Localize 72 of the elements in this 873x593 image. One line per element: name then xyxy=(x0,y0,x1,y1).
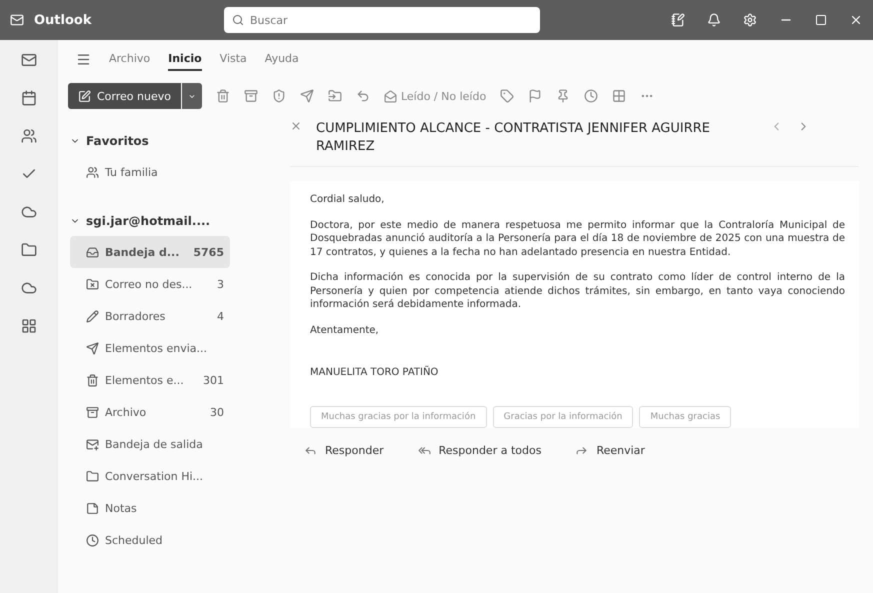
menu-tab[interactable]: Inicio xyxy=(168,48,202,70)
new-mail-button[interactable]: Correo nuevo xyxy=(68,83,181,109)
message-action-button[interactable]: Reenviar xyxy=(575,444,645,458)
clock-icon xyxy=(86,534,99,546)
folder-item[interactable]: Tu familia xyxy=(70,156,230,188)
people-icon xyxy=(86,166,99,178)
mail-icon xyxy=(21,52,37,68)
apps-icon xyxy=(21,318,37,334)
close-icon xyxy=(849,13,863,27)
tag-icon xyxy=(500,89,514,103)
email-paragraph: Cordial saludo, xyxy=(310,193,386,207)
move-folder-icon xyxy=(328,89,342,103)
folder-icon xyxy=(86,470,99,482)
folder-group-header[interactable]: sgi.jar@hotmail.... xyxy=(70,206,290,236)
folder-item[interactable]: Correo no des... 3 xyxy=(70,268,230,300)
cloud-icon xyxy=(21,280,37,296)
people-icon xyxy=(21,128,37,144)
archive-icon xyxy=(86,406,99,418)
folder-item[interactable]: Archivo 30 xyxy=(70,396,230,428)
bell-icon xyxy=(707,13,721,27)
maximize-icon xyxy=(815,14,827,26)
compose-icon xyxy=(78,90,91,102)
email-subject: CUMPLIMIENTO ALCANCE - CONTRATISTA JENNIFER AGUIRRE RAMIREZ xyxy=(316,120,711,156)
app-logo-icon xyxy=(10,13,24,27)
menu-tab[interactable]: Ayuda xyxy=(264,48,299,70)
folder-item[interactable]: Elementos envia... xyxy=(70,332,230,364)
folder-item[interactable]: Scheduled xyxy=(70,524,230,556)
email-signature: MANUELITA TORO PATIÑO xyxy=(310,367,440,378)
search-field[interactable]: Buscar xyxy=(224,7,540,33)
open-mail-icon xyxy=(384,90,397,102)
window-title: Outlook xyxy=(34,12,92,28)
email-paragraph: Atentamente, xyxy=(310,324,380,338)
notebook-icon xyxy=(671,13,685,27)
folder-item[interactable]: Borradores 4 xyxy=(70,300,230,332)
trash-icon xyxy=(216,89,230,103)
folder-icon xyxy=(86,278,99,290)
dropdown-button[interactable] xyxy=(182,83,202,109)
calendar-icon xyxy=(21,90,37,106)
trash-icon xyxy=(86,374,99,386)
inbox-icon xyxy=(86,246,99,258)
send-icon xyxy=(86,342,99,354)
flag-icon xyxy=(528,89,542,103)
search-icon xyxy=(232,14,244,26)
folder-item[interactable]: Bandeja d... 5765 xyxy=(70,236,230,268)
email-paragraph: Doctora, por este medio de manera respetuosa me permito informar que la Contraloría Municipal de Dosquebradas anunció auditoría a la Personería para el día 18 de noviembre de 2025 con una muestra de 17 contratos, y quienes a la fecha no han adelantado presencia en nuestra Entidad. xyxy=(310,218,845,260)
menu-tab[interactable]: Archivo xyxy=(109,48,150,70)
archive-icon xyxy=(244,89,258,103)
cloud-icon xyxy=(21,204,37,220)
close-icon xyxy=(290,120,302,132)
menu-icon xyxy=(76,52,91,66)
message-action-button[interactable]: Responder xyxy=(304,444,384,458)
folder-item[interactable]: Elementos e... 301 xyxy=(70,364,230,396)
folder-item[interactable]: Notas xyxy=(70,492,230,524)
reply-icon xyxy=(304,444,317,458)
folder-item[interactable]: Bandeja de salida xyxy=(70,428,230,460)
shield-icon xyxy=(272,89,286,103)
email-paragraph: Dicha información es conocida por la supervisión de su contrato como líder de control interno de la Personería y quien por competencia atiende dichos trámites, sin embargo, en tanto vaya conociendo información será debidamente informada. xyxy=(310,271,845,312)
grid-icon xyxy=(612,89,626,103)
send-icon xyxy=(300,89,314,103)
folder-item[interactable]: Conversation Hi... xyxy=(70,460,230,492)
outbox-icon xyxy=(86,438,99,450)
forward-icon xyxy=(575,444,588,458)
clock-icon xyxy=(584,89,598,103)
pencil-icon xyxy=(86,310,99,322)
message-action-button[interactable]: Responder a todos xyxy=(418,444,542,458)
pin-icon xyxy=(556,89,570,103)
menu-tab[interactable]: Vista xyxy=(220,48,247,70)
note-icon xyxy=(86,502,99,514)
folder-group-header[interactable]: Favoritos xyxy=(70,126,290,156)
undo-icon xyxy=(356,89,370,103)
folder-icon xyxy=(21,242,37,258)
settings-icon xyxy=(743,13,757,27)
